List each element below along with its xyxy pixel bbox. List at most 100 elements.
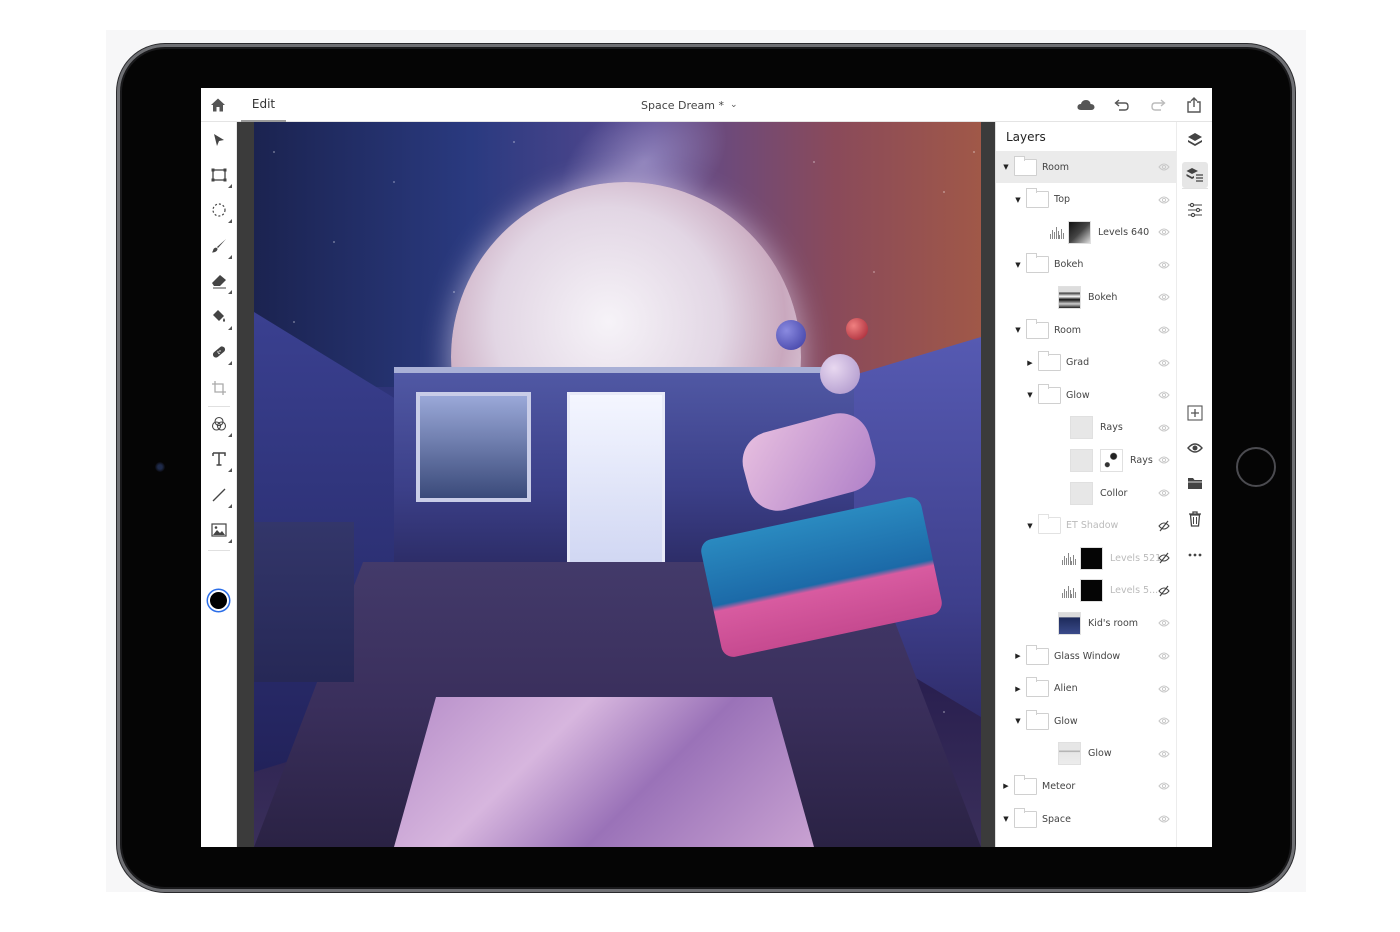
- folder-icon: [1026, 318, 1049, 339]
- arrow-pointer-icon[interactable]: [209, 130, 229, 150]
- layer-mask-thumbnail: [1100, 448, 1123, 472]
- eye-icon[interactable]: [1158, 780, 1170, 792]
- layer-row[interactable]: ▼ Glow: [996, 705, 1176, 737]
- eye-icon[interactable]: [1158, 357, 1170, 369]
- foreground-color-swatch[interactable]: [208, 590, 229, 611]
- layer-row[interactable]: Collor: [996, 477, 1176, 509]
- layer-row[interactable]: ▼ Top: [996, 184, 1176, 216]
- eye-off-icon[interactable]: [1158, 552, 1170, 564]
- eye-icon[interactable]: [1158, 487, 1170, 499]
- collapse-triangle-icon[interactable]: ▼: [1014, 261, 1022, 269]
- document-title-dropdown[interactable]: Space Dream * ⌄: [641, 88, 738, 122]
- eye-off-icon[interactable]: [1158, 585, 1170, 597]
- layer-row[interactable]: Levels 640: [996, 216, 1176, 248]
- collapse-triangle-icon[interactable]: ▼: [1026, 391, 1034, 399]
- layer-row[interactable]: Levels 5...: [996, 575, 1176, 607]
- collapse-triangle-icon[interactable]: ▼: [1014, 326, 1022, 334]
- layer-row[interactable]: Rays: [996, 412, 1176, 444]
- crop-icon[interactable]: [209, 378, 229, 398]
- expand-triangle-icon[interactable]: ▶: [1002, 782, 1010, 790]
- submenu-indicator: [228, 433, 232, 437]
- layer-row[interactable]: ▼ Room: [996, 151, 1176, 183]
- chevron-down-icon: ⌄: [730, 100, 738, 110]
- artwork-rug: [394, 697, 814, 847]
- eye-icon[interactable]: [1158, 650, 1170, 662]
- expand-triangle-icon[interactable]: ▶: [1014, 685, 1022, 693]
- add-layer-icon[interactable]: [1182, 400, 1208, 426]
- ipad-home-button[interactable]: [1236, 447, 1276, 487]
- bandage-icon[interactable]: [209, 342, 232, 365]
- more-icon[interactable]: [1182, 542, 1208, 568]
- layer-name: Bokeh: [1088, 291, 1118, 303]
- share-icon[interactable]: [1185, 96, 1203, 114]
- cloud-icon[interactable]: [1077, 96, 1095, 114]
- document-title: Space Dream *: [641, 98, 724, 112]
- layer-row[interactable]: ▶ Glass Window: [996, 640, 1176, 672]
- expand-triangle-icon[interactable]: ▶: [1026, 359, 1034, 367]
- layer-row[interactable]: ▼ Room: [996, 314, 1176, 346]
- layer-row[interactable]: Kid's room: [996, 607, 1176, 639]
- eye-icon[interactable]: [1158, 715, 1170, 727]
- layer-row[interactable]: Levels 521: [996, 542, 1176, 574]
- layer-name: Levels 5...: [1110, 585, 1159, 597]
- line-icon[interactable]: [209, 485, 232, 508]
- expand-triangle-icon[interactable]: ▶: [1014, 652, 1022, 660]
- collapse-triangle-icon[interactable]: ▼: [1002, 163, 1010, 171]
- visibility-icon[interactable]: [1182, 435, 1208, 461]
- layer-row[interactable]: ▼ ET Shadow: [996, 510, 1176, 542]
- top-bar: Edit Space Dream * ⌄: [201, 88, 1212, 122]
- submenu-indicator: [228, 326, 232, 330]
- eraser-icon[interactable]: [209, 271, 232, 294]
- group-folder-icon[interactable]: [1182, 470, 1208, 496]
- eye-icon[interactable]: [1158, 683, 1170, 695]
- collapse-triangle-icon[interactable]: ▼: [1026, 522, 1034, 530]
- tab-edit[interactable]: Edit: [241, 88, 286, 122]
- layer-row[interactable]: Bokeh: [996, 281, 1176, 313]
- home-icon[interactable]: [210, 97, 226, 113]
- artwork-image[interactable]: [254, 122, 981, 847]
- eye-off-icon[interactable]: [1158, 520, 1170, 532]
- layer-row[interactable]: Glow: [996, 738, 1176, 770]
- eye-icon[interactable]: [1158, 617, 1170, 629]
- layer-row[interactable]: ▼ Glow: [996, 379, 1176, 411]
- eye-icon[interactable]: [1158, 194, 1170, 206]
- canvas-area[interactable]: [237, 122, 995, 847]
- eye-icon[interactable]: [1158, 324, 1170, 336]
- lasso-icon[interactable]: [209, 200, 232, 223]
- collapse-triangle-icon[interactable]: ▼: [1014, 196, 1022, 204]
- image-icon[interactable]: [209, 520, 232, 543]
- layer-row[interactable]: ▼ Space: [996, 803, 1176, 835]
- layer-row[interactable]: ▶ Grad: [996, 347, 1176, 379]
- layer-row[interactable]: ▶ Meteor: [996, 770, 1176, 802]
- eye-icon[interactable]: [1158, 291, 1170, 303]
- eye-icon[interactable]: [1158, 389, 1170, 401]
- collapse-triangle-icon[interactable]: ▼: [1002, 815, 1010, 823]
- adjustments-sliders-icon[interactable]: [1182, 197, 1208, 223]
- eye-icon[interactable]: [1158, 813, 1170, 825]
- type-icon[interactable]: [209, 449, 232, 472]
- front-camera: [155, 462, 165, 472]
- redo-icon[interactable]: [1149, 96, 1167, 114]
- layer-properties-icon[interactable]: [1182, 162, 1208, 188]
- layer-row[interactable]: ▶ Alien: [996, 673, 1176, 705]
- folder-icon: [1026, 253, 1049, 274]
- eye-icon[interactable]: [1158, 226, 1170, 238]
- eye-icon[interactable]: [1158, 748, 1170, 760]
- eye-icon[interactable]: [1158, 161, 1170, 173]
- eye-icon[interactable]: [1158, 422, 1170, 434]
- eye-icon[interactable]: [1158, 454, 1170, 466]
- paint-bucket-icon[interactable]: [209, 307, 232, 330]
- toolbar-divider: [208, 550, 230, 551]
- eye-icon[interactable]: [1158, 259, 1170, 271]
- layer-row[interactable]: Rays: [996, 444, 1176, 476]
- undo-icon[interactable]: [1113, 96, 1131, 114]
- rect-marquee-icon[interactable]: [209, 165, 232, 188]
- layer-name: Rays: [1100, 422, 1123, 434]
- layer-row[interactable]: ▼ Bokeh: [996, 249, 1176, 281]
- trash-icon[interactable]: [1182, 506, 1208, 532]
- layers-icon[interactable]: [1182, 127, 1208, 153]
- brush-icon[interactable]: [209, 236, 232, 259]
- layer-name: Glow: [1066, 389, 1090, 401]
- adjustments-icon[interactable]: [209, 414, 232, 437]
- collapse-triangle-icon[interactable]: ▼: [1014, 717, 1022, 725]
